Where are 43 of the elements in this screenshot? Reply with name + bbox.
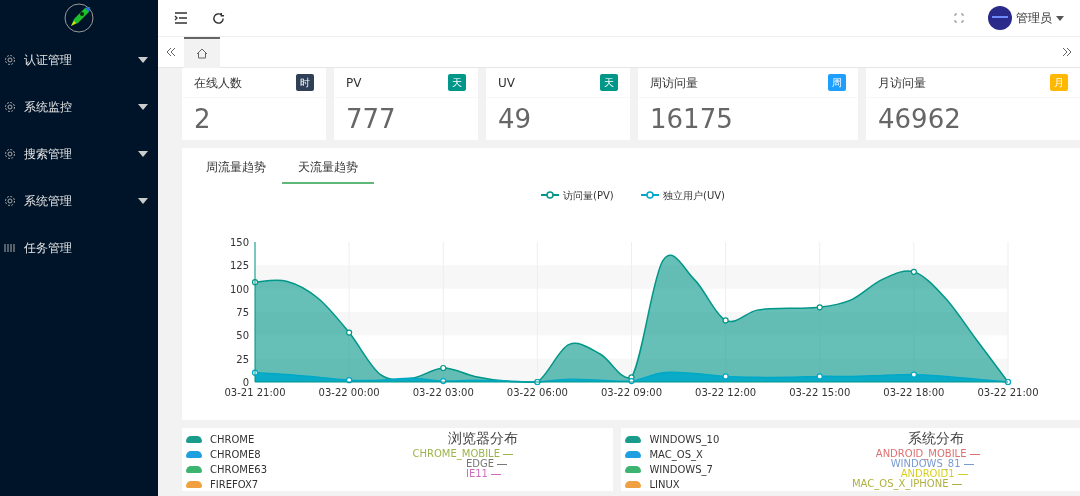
axis-label: 0 (242, 377, 249, 388)
chart-title: 浏览器分布 (447, 429, 518, 448)
period-tag: 时 (296, 74, 314, 91)
stat-title: UV (498, 74, 515, 92)
slice-label: MAC_OS_X_IPHONE (852, 479, 949, 489)
axis-label: 03-22 09:00 (600, 387, 663, 398)
axis-label: 03-22 18:00 (883, 387, 945, 398)
legend-label: 访问量(PV) (563, 190, 614, 201)
axis-label: 03-22 03:00 (412, 387, 474, 398)
stat-value: 2 (193, 103, 212, 136)
axis-label: 03-22 00:00 (318, 387, 380, 398)
slice-label: ANDROID1 (900, 469, 955, 479)
chart-title: 系统分布 (907, 429, 964, 448)
axis-label: 125 (229, 260, 249, 272)
axis-label: 03-22 15:00 (789, 387, 851, 398)
stat-title: 周访问量 (650, 74, 698, 92)
period-tag: 天 (448, 74, 466, 91)
axis-label: 03-22 21:00 (977, 387, 1039, 398)
stat-title: 月访问量 (878, 74, 926, 92)
slice-label: EDGE (465, 459, 494, 469)
axis-label: 25 (236, 353, 249, 365)
axis-label: 50 (236, 330, 249, 342)
slice-label: ANDROID_MOBILE (875, 449, 967, 459)
stat-value: 16175 (649, 103, 734, 136)
stat-title: 在线人数 (194, 74, 242, 92)
stat-value: 49 (497, 103, 533, 136)
period-tag: 周 (828, 74, 846, 91)
axis-label: 03-21 21:00 (224, 387, 286, 398)
axis-label: 75 (236, 307, 249, 318)
stat-value: 46962 (877, 103, 962, 136)
axis-label: 150 (229, 237, 249, 248)
user-name: 管理员 (1016, 10, 1052, 27)
axis-label: 03-22 12:00 (695, 387, 757, 398)
slice-label: WINDOWS_81 (890, 459, 961, 469)
period-tag: 天 (600, 74, 618, 91)
slice-label: IE11 (465, 469, 488, 479)
stat-value: 777 (345, 103, 397, 136)
slice-label: CHROME_MOBILE (412, 449, 500, 459)
legend-label: 独立用户(UV) (663, 190, 726, 201)
axis-label: 100 (229, 283, 249, 295)
period-tag: 月 (1050, 74, 1068, 91)
stat-title: PV (346, 74, 362, 92)
axis-label: 03-22 06:00 (506, 387, 568, 398)
